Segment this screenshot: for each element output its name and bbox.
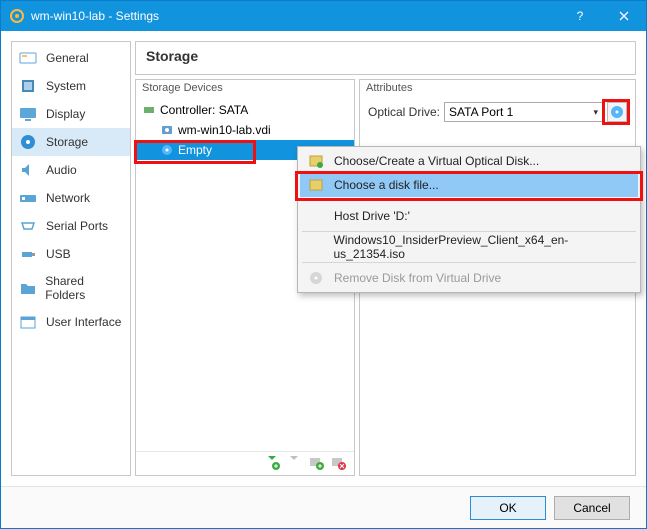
- category-sidebar: General System Display Storage Audio Net…: [11, 41, 131, 476]
- blank-icon: [308, 208, 324, 224]
- sidebar-item-label: Storage: [46, 135, 88, 149]
- audio-icon: [18, 162, 38, 178]
- menu-recent-iso[interactable]: Windows10_InsiderPreview_Client_x64_en-u…: [300, 235, 638, 259]
- disc-remove-icon: [308, 270, 324, 286]
- sidebar-item-label: General: [46, 51, 89, 65]
- close-button[interactable]: [602, 1, 646, 31]
- optical-drive-row: Optical Drive: SATA Port 1: [368, 102, 627, 122]
- menu-label: Host Drive 'D:': [334, 209, 410, 223]
- sidebar-item-display[interactable]: Display: [12, 100, 130, 128]
- add-controller-icon[interactable]: [264, 454, 282, 472]
- sidebar-item-label: USB: [46, 247, 71, 261]
- controller-row[interactable]: Controller: SATA: [136, 100, 354, 120]
- remove-attachment-icon[interactable]: [330, 454, 348, 472]
- sidebar-item-shared[interactable]: Shared Folders: [12, 268, 130, 308]
- button-label: Cancel: [573, 501, 610, 515]
- display-icon: [18, 106, 38, 122]
- remove-controller-icon[interactable]: [286, 454, 304, 472]
- controller-icon: [142, 103, 156, 117]
- sidebar-item-label: User Interface: [46, 315, 121, 329]
- menu-separator: [302, 231, 636, 232]
- sidebar-item-storage[interactable]: Storage: [12, 128, 130, 156]
- sidebar-item-label: Shared Folders: [45, 274, 124, 302]
- attachment-label: wm-win10-lab.vdi: [178, 123, 271, 137]
- attachment-vdi[interactable]: wm-win10-lab.vdi: [136, 120, 354, 140]
- optical-drive-label: Optical Drive:: [368, 105, 440, 119]
- choose-disk-button[interactable]: [607, 102, 627, 122]
- ok-button[interactable]: OK: [470, 496, 546, 520]
- optical-drive-combo[interactable]: SATA Port 1: [444, 102, 603, 122]
- disc-add-icon: [308, 153, 324, 169]
- sidebar-item-label: System: [46, 79, 86, 93]
- sidebar-item-serial[interactable]: Serial Ports: [12, 212, 130, 240]
- ui-icon: [18, 314, 38, 330]
- sidebar-item-label: Display: [46, 107, 85, 121]
- menu-label: Windows10_InsiderPreview_Client_x64_en-u…: [334, 233, 631, 261]
- menu-label: Choose/Create a Virtual Optical Disk...: [334, 154, 539, 168]
- sidebar-item-ui[interactable]: User Interface: [12, 308, 130, 336]
- settings-window: wm-win10-lab - Settings ? General System…: [0, 0, 647, 529]
- gear-icon: [9, 8, 25, 24]
- menu-label: Remove Disk from Virtual Drive: [334, 271, 501, 285]
- sidebar-item-general[interactable]: General: [12, 44, 130, 72]
- combo-value: SATA Port 1: [449, 105, 513, 119]
- usb-icon: [18, 246, 38, 262]
- disc-file-icon: [308, 177, 324, 193]
- system-icon: [18, 78, 38, 94]
- disk-context-menu: Choose/Create a Virtual Optical Disk... …: [297, 146, 641, 293]
- client-area: General System Display Storage Audio Net…: [1, 31, 646, 486]
- button-label: OK: [499, 501, 516, 515]
- general-icon: [18, 50, 38, 66]
- disc-icon: [160, 143, 174, 157]
- storage-toolbar: [136, 451, 354, 475]
- help-button[interactable]: ?: [558, 1, 602, 31]
- add-attachment-icon[interactable]: [308, 454, 326, 472]
- network-icon: [18, 190, 38, 206]
- sidebar-item-label: Serial Ports: [46, 219, 108, 233]
- sidebar-item-label: Audio: [46, 163, 77, 177]
- menu-separator: [302, 262, 636, 263]
- page-title: Storage: [135, 41, 636, 75]
- dialog-footer: OK Cancel: [1, 486, 646, 528]
- sidebar-item-usb[interactable]: USB: [12, 240, 130, 268]
- menu-remove-disk: Remove Disk from Virtual Drive: [300, 266, 638, 290]
- hdd-icon: [160, 123, 174, 137]
- titlebar: wm-win10-lab - Settings ?: [1, 1, 646, 31]
- sidebar-item-label: Network: [46, 191, 90, 205]
- menu-choose-create[interactable]: Choose/Create a Virtual Optical Disk...: [300, 149, 638, 173]
- blank-icon: [308, 239, 324, 255]
- storage-icon: [18, 134, 38, 150]
- panel-title: Storage Devices: [136, 80, 354, 96]
- panel-title: Attributes: [360, 80, 635, 96]
- cancel-button[interactable]: Cancel: [554, 496, 630, 520]
- folder-icon: [18, 280, 37, 296]
- menu-label: Choose a disk file...: [334, 178, 439, 192]
- menu-choose-file[interactable]: Choose a disk file...: [300, 173, 638, 197]
- window-title: wm-win10-lab - Settings: [31, 9, 558, 23]
- sidebar-item-system[interactable]: System: [12, 72, 130, 100]
- attachment-label: Empty: [178, 143, 212, 157]
- serial-icon: [18, 218, 38, 234]
- controller-label: Controller: SATA: [160, 103, 248, 117]
- menu-separator: [302, 200, 636, 201]
- sidebar-item-audio[interactable]: Audio: [12, 156, 130, 184]
- menu-host-drive[interactable]: Host Drive 'D:': [300, 204, 638, 228]
- sidebar-item-network[interactable]: Network: [12, 184, 130, 212]
